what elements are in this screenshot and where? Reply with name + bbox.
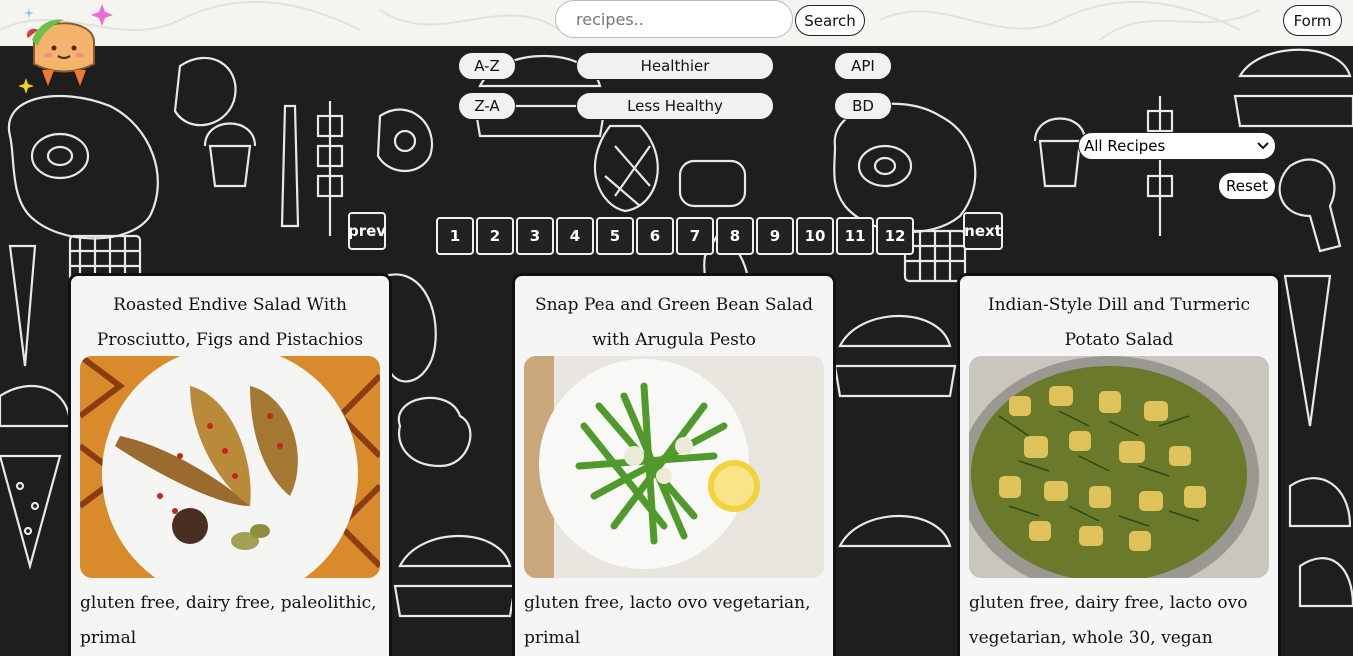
api-button[interactable]: API (834, 52, 892, 80)
next-button[interactable]: next (963, 212, 1003, 250)
bd-button[interactable]: BD (834, 92, 892, 120)
page-button[interactable]: 11 (836, 217, 874, 255)
sort-az-button[interactable]: A-Z (458, 52, 516, 80)
potato-salad-photo[interactable] (969, 356, 1269, 578)
page-button[interactable]: 9 (756, 217, 794, 255)
page-button[interactable]: 3 (516, 217, 554, 255)
recipe-title: Snap Pea and Green Bean Salad with Arugu… (534, 295, 814, 350)
page-button[interactable]: 10 (796, 217, 834, 255)
recipe-tags: gluten free, lacto ovo vegetarian, prima… (524, 593, 811, 648)
page-button[interactable]: 8 (716, 217, 754, 255)
form-button[interactable]: Form (1283, 5, 1342, 36)
recipe-card[interactable]: Roasted Endive Salad With Prosciutto, Fi… (68, 273, 392, 656)
page-button[interactable]: 12 (876, 217, 914, 255)
less-healthy-button[interactable]: Less Healthy (576, 92, 774, 120)
page-button[interactable]: 5 (596, 217, 634, 255)
prev-button[interactable]: prev (348, 212, 386, 250)
recipe-type-select[interactable]: All Recipes (1078, 132, 1276, 160)
page-button[interactable]: 7 (676, 217, 714, 255)
taco-logo[interactable] (14, 2, 114, 96)
chevron-down-icon (1257, 142, 1269, 150)
recipe-card[interactable]: Indian-Style Dill and Turmeric Potato Sa… (957, 273, 1281, 656)
sort-za-button[interactable]: Z-A (458, 92, 516, 120)
healthier-button[interactable]: Healthier (576, 52, 774, 80)
page-button[interactable]: 4 (556, 217, 594, 255)
recipe-title: Roasted Endive Salad With Prosciutto, Fi… (96, 295, 364, 350)
reset-button[interactable]: Reset (1218, 172, 1276, 200)
page-button[interactable]: 2 (476, 217, 514, 255)
page-button[interactable]: 1 (436, 217, 474, 255)
select-value: All Recipes (1084, 137, 1166, 155)
recipe-tags: gluten free, dairy free, lacto ovo veget… (969, 593, 1248, 648)
recipe-title: Indian-Style Dill and Turmeric Potato Sa… (987, 295, 1251, 350)
search-input[interactable] (555, 0, 793, 38)
search-button[interactable]: Search (795, 5, 865, 36)
top-bar: Search Form (0, 0, 1353, 46)
endive-salad-photo[interactable] (80, 356, 380, 578)
green-bean-salad-photo[interactable] (524, 356, 824, 578)
recipe-tags: gluten free, dairy free, paleolithic, pr… (80, 593, 377, 648)
recipe-card[interactable]: Snap Pea and Green Bean Salad with Arugu… (512, 273, 836, 656)
page-button[interactable]: 6 (636, 217, 674, 255)
